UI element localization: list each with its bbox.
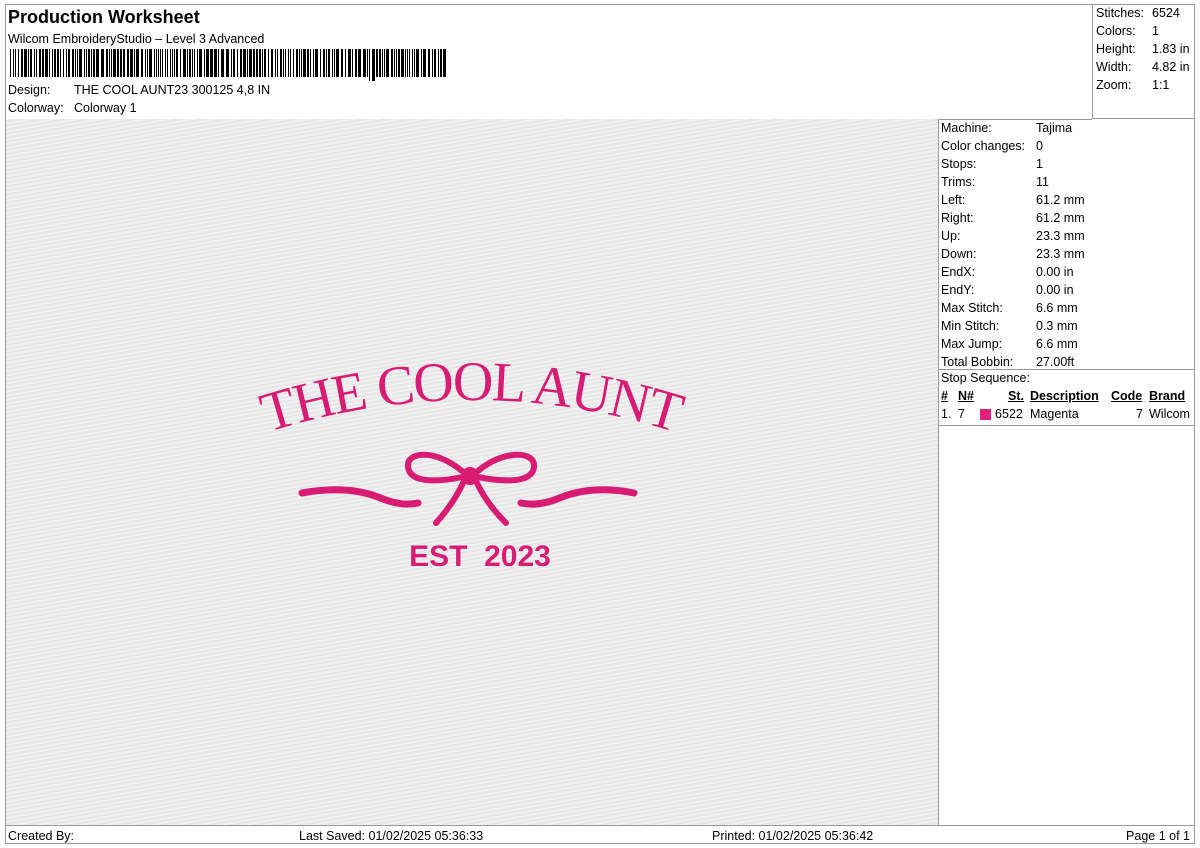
machine-info-label: Color changes: [941, 139, 1026, 153]
machine-info-value: 0.00 in [1036, 265, 1074, 279]
bow-tail-left [433, 478, 467, 526]
stat-colors: Colors: 1 [1096, 24, 1159, 38]
machine-info-row: EndY: 0.00 in [941, 283, 1074, 297]
colorway-value: Colorway 1 [74, 101, 137, 115]
machine-info-value: 0.00 in [1036, 283, 1074, 297]
machine-info-value: 0.3 mm [1036, 319, 1078, 333]
design-stats: Stitches: 6524 Colors: 1 Height: 1.83 in Wi… [1092, 5, 1194, 119]
design-label: Design: [8, 83, 51, 97]
machine-info-label: Left: [941, 193, 966, 207]
machine-info-label: Down: [941, 247, 977, 261]
machine-info-value: Tajima [1036, 121, 1073, 135]
barcode [10, 49, 446, 81]
machine-info-label: Machine: [941, 121, 992, 135]
page-title: Production Worksheet [8, 7, 200, 27]
stat-value: 6524 [1152, 6, 1180, 20]
stat-label: Colors: [1096, 24, 1136, 38]
machine-info-row: Stops: 1 [941, 157, 1043, 171]
design-preview: THE COOL AUNT EST 2023 [6, 119, 939, 825]
machine-info-value: 23.3 mm [1036, 247, 1085, 261]
bow-loop-left [405, 451, 465, 484]
machine-info-panel: Machine: Tajima Color changes: 0 Stops: 1 Trim… [938, 119, 1194, 825]
machine-info-value: 61.2 mm [1036, 211, 1085, 225]
stat-value: 1 [1152, 24, 1159, 38]
machine-info-row: Min Stitch: 0.3 mm [941, 319, 1078, 333]
machine-info-value: 27.00ft [1036, 355, 1075, 369]
machine-info-row: Up: 23.3 mm [941, 229, 1085, 243]
machine-info-row: Total Bobbin: 27.00ft [941, 355, 1074, 369]
machine-info-row: Max Stitch: 6.6 mm [941, 301, 1078, 315]
machine-info-label: Total Bobbin: [941, 355, 1014, 369]
machine-info-row: Right: 61.2 mm [941, 211, 1085, 225]
stat-label: Stitches: [1096, 6, 1144, 20]
machine-info-row: EndX: 0.00 in [941, 265, 1074, 279]
machine-info-label: Up: [941, 229, 961, 243]
machine-info-row: Down: 23.3 mm [941, 247, 1085, 261]
machine-info-value: 6.6 mm [1036, 301, 1078, 315]
colorway-label: Colorway: [8, 101, 64, 115]
machine-info-label: Trims: [941, 175, 976, 189]
worksheet-header: Production Worksheet Wilcom EmbroiderySt… [6, 5, 1092, 120]
printed-date: Printed: 01/02/2025 05:36:42 [712, 829, 874, 843]
bow-knot [461, 467, 479, 485]
bow-ribbon [298, 451, 638, 526]
machine-info-label: Min Stitch: [941, 319, 1000, 333]
ribbon-right [517, 486, 638, 508]
embroidery-design: THE COOL AUNT EST 2023 [254, 351, 692, 573]
stat-height: Height: 1.83 in [1096, 42, 1190, 56]
machine-info-value: 0 [1036, 139, 1043, 153]
stat-width: Width: 4.82 in [1096, 60, 1190, 74]
machine-info-label: Max Jump: [941, 337, 1003, 351]
machine-info-label: Stops: [941, 157, 977, 171]
worksheet-frame: Production Worksheet Wilcom EmbroiderySt… [5, 4, 1195, 844]
design-value: THE COOL AUNT23 300125 4,8 IN [74, 83, 271, 97]
design-line2: EST 2023 [409, 540, 551, 573]
machine-info-row: Machine: Tajima [941, 121, 1072, 135]
stat-zoom: Zoom: 1:1 [1096, 78, 1169, 92]
last-saved: Last Saved: 01/02/2025 05:36:33 [299, 829, 484, 843]
stat-label: Height: [1096, 42, 1136, 56]
ribbon-left [298, 486, 422, 508]
machine-info-value: 6.6 mm [1036, 337, 1078, 351]
machine-info-label: Right: [941, 211, 974, 225]
machine-info-value: 11 [1036, 175, 1049, 189]
machine-info-row: Trims: 11 [941, 175, 1049, 189]
page-number: Page 1 of 1 [1126, 829, 1190, 843]
machine-info-row: Left: 61.2 mm [941, 193, 1085, 207]
stat-value: 1.83 in [1152, 42, 1190, 56]
software-name: Wilcom EmbroideryStudio – Level 3 Advanc… [8, 32, 265, 46]
stat-value: 1:1 [1152, 78, 1170, 92]
design-line1: THE COOL AUNT [254, 351, 692, 445]
machine-info-row: Max Jump: 6.6 mm [941, 337, 1078, 351]
stat-stitches: Stitches: 6524 [1096, 6, 1180, 20]
worksheet-footer: Created By: Last Saved: 01/02/2025 05:36… [6, 825, 1194, 844]
machine-info-label: EndY: [941, 283, 975, 297]
machine-info-label: EndX: [941, 265, 976, 279]
machine-info-label: Max Stitch: [941, 301, 1003, 315]
bow-loop-right [475, 451, 537, 484]
design-arc-text: THE COOL AUNT [254, 351, 690, 445]
stat-label: Width: [1096, 60, 1132, 74]
bow-tail-right [473, 478, 509, 526]
design-row: Design: THE COOL AUNT23 300125 4,8 IN [8, 83, 270, 97]
machine-info-value: 23.3 mm [1036, 229, 1085, 243]
stat-label: Zoom: [1096, 78, 1132, 92]
created-by: Created By: [8, 829, 75, 843]
machine-info-row: Color changes: 0 [941, 139, 1043, 153]
machine-info-value: 1 [1036, 157, 1043, 171]
machine-info-value: 61.2 mm [1036, 193, 1085, 207]
stat-value: 4.82 in [1152, 60, 1190, 74]
colorway-row: Colorway: Colorway 1 [8, 101, 137, 115]
